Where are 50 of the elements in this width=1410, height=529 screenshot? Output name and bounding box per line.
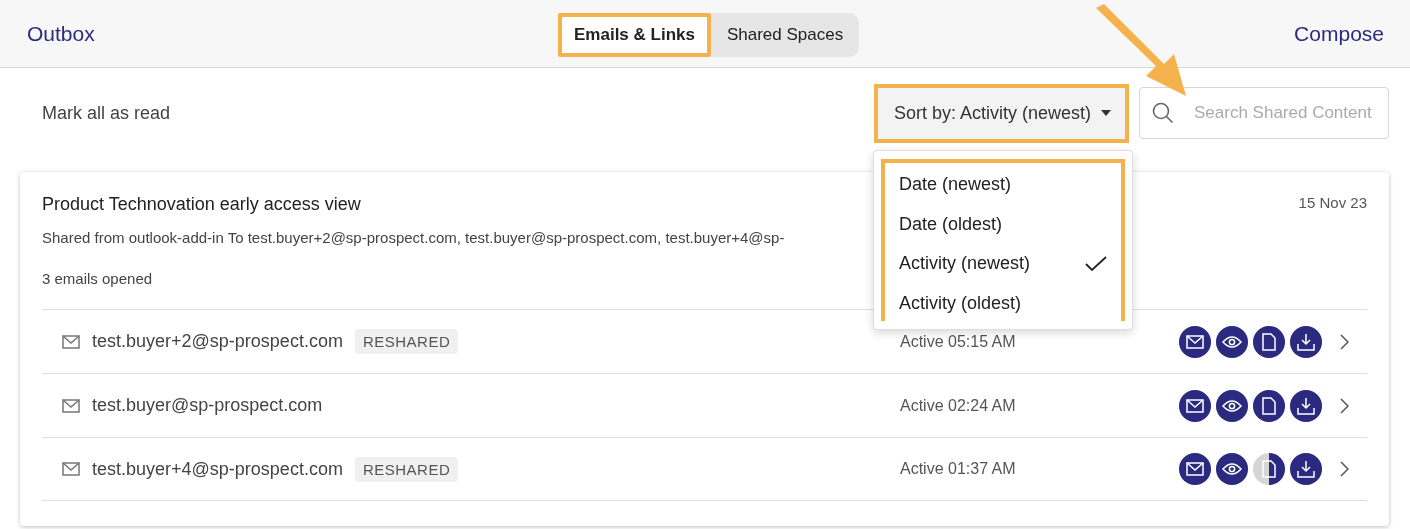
envelope-icon	[62, 334, 80, 349]
mark-all-read-link[interactable]: Mark all as read	[42, 102, 171, 124]
search-field[interactable]: Search Shared Content	[1139, 87, 1389, 139]
eye-icon	[1222, 462, 1242, 476]
email-action-button[interactable]	[1179, 453, 1211, 485]
envelope-icon	[62, 462, 80, 476]
recipient-email: test.buyer@sp-prospect.com	[92, 395, 323, 416]
document-icon	[1262, 332, 1276, 351]
sort-dropdown[interactable]: Sort by: Activity (newest)	[873, 83, 1129, 143]
chevron-right-icon[interactable]	[1340, 333, 1349, 350]
envelope-icon	[1186, 398, 1204, 413]
recipient-email: test.buyer+2@sp-prospect.com	[92, 331, 343, 352]
view-action-button[interactable]	[1216, 453, 1248, 485]
download-action-button[interactable]	[1290, 325, 1322, 358]
shared-recipients-text: Shared from outlook-add-in To test.buyer+2@sp-prospect.com, test.buyer@sp-prospect.com, test.buyer+4@sp-	[42, 229, 786, 246]
download-icon	[1297, 332, 1315, 351]
document-action-button[interactable]	[1253, 325, 1285, 358]
envelope-icon	[1186, 462, 1204, 476]
chevron-right-icon[interactable]	[1340, 461, 1349, 477]
card-title: Product Technovation early access view	[42, 194, 361, 215]
envelope-icon	[62, 398, 80, 413]
email-action-button[interactable]	[1179, 389, 1211, 422]
activity-time: Active 01:37 AM	[900, 460, 1016, 478]
view-action-button[interactable]	[1216, 325, 1248, 358]
chevron-right-icon[interactable]	[1340, 397, 1349, 414]
tab[interactable]: Shared Spaces	[710, 13, 860, 57]
reshared-badge: RESHARED	[354, 456, 459, 482]
emails-opened-text: 3 emails opened	[42, 270, 153, 287]
card-date: 15 Nov 23	[1298, 194, 1367, 213]
document-icon	[1262, 460, 1276, 478]
caret-icon	[1101, 110, 1111, 116]
eye-icon	[1222, 398, 1242, 413]
recipient-email: test.buyer+4@sp-prospect.com	[92, 458, 343, 480]
activity-time: Active 05:15 AM	[900, 332, 1016, 351]
document-icon	[1262, 396, 1276, 415]
email-action-button[interactable]	[1179, 325, 1211, 358]
download-icon	[1297, 460, 1315, 478]
outbox-link[interactable]: Outbox	[27, 21, 95, 46]
view-action-button[interactable]	[1216, 389, 1248, 422]
envelope-icon	[1186, 334, 1204, 349]
activity-time: Active 02:24 AM	[900, 396, 1016, 415]
document-action-button[interactable]	[1253, 453, 1285, 485]
document-action-button[interactable]	[1253, 389, 1285, 422]
tab[interactable]: Emails & Links	[558, 13, 711, 57]
download-icon	[1297, 396, 1315, 415]
download-action-button[interactable]	[1290, 453, 1322, 485]
compose-link[interactable]: Compose	[1294, 21, 1384, 46]
download-action-button[interactable]	[1290, 389, 1322, 422]
eye-icon	[1222, 334, 1242, 349]
reshared-badge: RESHARED	[354, 329, 459, 354]
